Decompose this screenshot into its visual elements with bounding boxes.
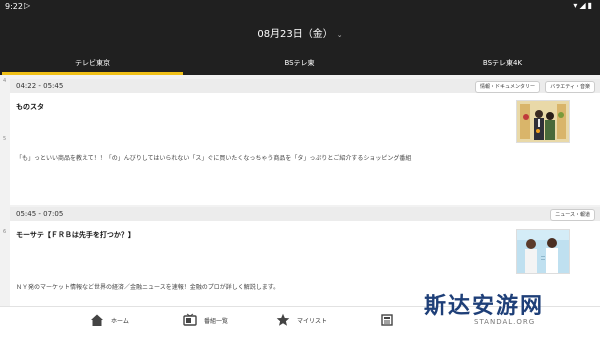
watermark: 斯达安游网 STANDAL.ORG — [424, 288, 594, 326]
genre-tag[interactable]: ニュース・報道 — [550, 209, 595, 221]
app-header: 08月23日（金） ⌄ — [0, 14, 600, 51]
watermark-subtext: STANDAL.ORG — [474, 318, 536, 326]
tab-bs-teletou-4k[interactable]: BSテレ東4K — [410, 51, 595, 75]
battery-icon: ▮ — [587, 1, 594, 10]
nav-home[interactable]: ホーム — [90, 313, 129, 327]
tab-tv-tokyo[interactable]: テレビ東京 — [0, 51, 185, 75]
program-time-bar: 05:45 - 07:05 ニュース・報道 — [10, 207, 600, 221]
date-label: 08月23日（金） — [257, 29, 333, 40]
program-description: ＮＹ発のマーケット情報など世界の経済／金融ニュースを速報！金融のプロが詳しく解説… — [16, 284, 280, 291]
tab-bs-teletou[interactable]: BSテレ東 — [207, 51, 392, 75]
channel-tabs: テレビ東京 BSテレ東 BSテレ東4K — [0, 51, 600, 75]
nav-my-list[interactable]: マイリスト — [276, 313, 327, 327]
tv-guide-icon — [183, 313, 197, 326]
program-title: ものスタ — [16, 103, 44, 111]
watermark-text: 斯达安游网 — [424, 293, 545, 319]
status-bar: 9:22 ▷ ▾◢▮ — [0, 0, 600, 14]
status-time: 9:22 — [5, 2, 23, 11]
program-time-bar: 04:22 - 05:45 情報・ドキュメンタリー バラエティ・音楽 — [10, 79, 600, 93]
program-description: 「も」っといい商品を教えて！！「の」んびりしてはいられない「ス」ぐに買いたくなっ… — [16, 155, 412, 162]
genre-tag[interactable]: 情報・ドキュメンタリー — [474, 81, 540, 93]
program-time: 04:22 - 05:45 — [16, 82, 64, 90]
row-number: 4 — [3, 78, 7, 84]
program-thumbnail — [516, 100, 570, 143]
home-icon — [91, 314, 103, 326]
row-number: 5 — [3, 136, 7, 142]
nav-home-label: ホーム — [111, 317, 129, 325]
row-number: 6 — [3, 229, 7, 235]
program-time: 05:45 - 07:05 — [16, 210, 64, 218]
nav-program-list-label: 番組一覧 — [204, 317, 229, 325]
signal-icon: ◢ — [579, 1, 588, 10]
news-icon — [381, 314, 393, 326]
program-title: モーサテ【ＦＲＢは先手を打つか？】 — [16, 231, 135, 239]
nav-my-list-label: マイリスト — [297, 317, 328, 325]
system-status-icons: ▾◢▮ — [573, 1, 594, 10]
program-card[interactable]: ものスタ 「も」っといい商品を教えて！！「の」んびりしてはいられない「ス」ぐに買… — [10, 93, 600, 205]
chevron-down-icon: ⌄ — [336, 31, 343, 39]
program-thumbnail — [516, 229, 570, 274]
media-play-icon: ▷ — [24, 1, 31, 10]
date-selector[interactable]: 08月23日（金） ⌄ — [0, 25, 600, 40]
nav-program-list[interactable]: 番組一覧 — [183, 313, 228, 327]
star-icon — [276, 313, 290, 326]
nav-news[interactable] — [380, 313, 394, 327]
genre-tag[interactable]: バラエティ・音楽 — [545, 81, 595, 93]
